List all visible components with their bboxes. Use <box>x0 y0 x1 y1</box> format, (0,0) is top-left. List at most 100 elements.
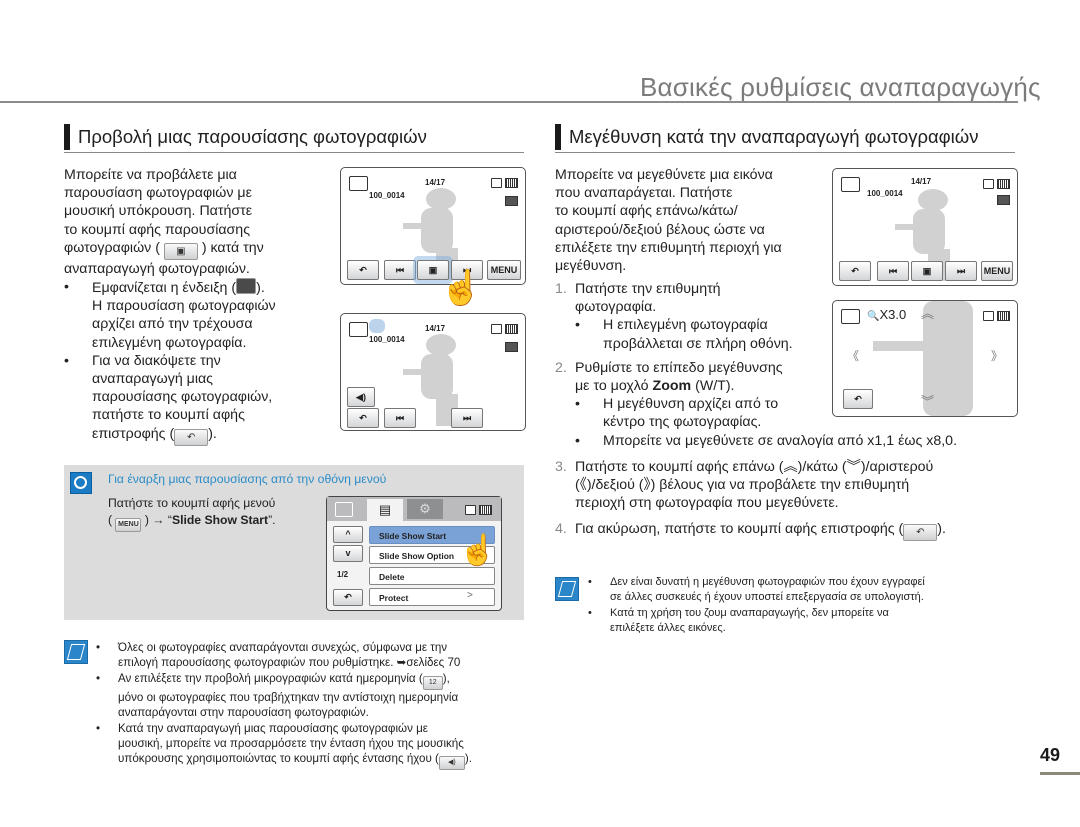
menu-screen: ▤ ⚙ ^ v 1/2 ↶ Slide Show Start Slide Sho… <box>326 496 502 611</box>
menu-button[interactable]: MENU <box>487 260 521 280</box>
bullet-dot: • <box>64 352 69 369</box>
left-section-heading: Προβολή μιας παρουσίασης φωτογραφιών <box>64 123 427 151</box>
right-arrow-icon: 》 <box>643 477 651 494</box>
left-heading-rule <box>64 152 524 153</box>
scroll-up-button[interactable]: ^ <box>333 526 363 543</box>
intro-line: το κουμπί αφής παρουσίασης <box>64 221 251 238</box>
note-line: μόνο οι φωτογραφίες που τραβήχτηκαν την … <box>118 690 459 704</box>
up-arrow-icon: ︽ <box>783 458 798 475</box>
back-button[interactable]: ↶ <box>347 260 379 280</box>
step-text: ). <box>937 521 946 538</box>
slideshow-indicator-icon <box>236 278 257 295</box>
magnifier-icon <box>70 472 92 494</box>
tip-line: Πατήστε το κουμπί αφής μενού <box>108 496 276 510</box>
note-line: επιλογή παρουσίασης φωτογραφιών που ρυθμ… <box>118 656 461 670</box>
back-button[interactable]: ↶ <box>843 389 873 409</box>
menu-item-delete[interactable]: Delete <box>369 567 495 585</box>
intro-line: μουσική υπόκρουση. Πατήστε <box>64 203 253 220</box>
bullet-dot: • <box>588 576 592 588</box>
note-line: ). <box>464 752 472 766</box>
note-line: επιλέξετε άλλες εικόνες. <box>610 622 726 635</box>
back-button[interactable]: ↶ <box>839 261 871 281</box>
photo-silhouette <box>426 188 456 210</box>
photo-mode-icon <box>349 176 368 191</box>
photo-silhouette <box>918 189 948 211</box>
bullet-item: • Για να διακόψετε την αναπαραγωγή μιας … <box>64 352 334 446</box>
photo-mode-icon <box>841 309 860 324</box>
note-line: αναπαράγονται στην παρουσίαση φωτογραφιώ… <box>118 706 369 720</box>
bullet-text: αναπαραγωγή μιας <box>92 371 214 388</box>
zoom-readout: 🔍X3.0 <box>867 307 906 322</box>
intro-line: παρουσίαση φωτογραφιών με <box>64 185 252 202</box>
step-text: )/δεξιού ( <box>586 477 644 494</box>
menu-key-icon: MENU <box>115 518 142 532</box>
photo-counter: 14/17 <box>425 324 446 333</box>
next-button[interactable]: ⏭ <box>945 261 977 281</box>
bullet-text: ). <box>256 280 265 297</box>
bullet-text: Η μεγέθυνση αρχίζει από το <box>603 396 779 413</box>
photo-silhouette <box>421 208 453 253</box>
right-heading-text: Μεγέθυνση κατά την αναπαραγωγή φωτογραφι… <box>569 126 979 147</box>
bullet-text: επιλεγμένη φωτογραφία. <box>92 334 247 351</box>
menu-button[interactable]: MENU <box>981 261 1013 281</box>
pan-up-button[interactable]: ︽ <box>921 303 934 322</box>
photo-silhouette <box>426 334 456 356</box>
bullet-dot: • <box>64 279 69 296</box>
file-name: 100_0014 <box>369 335 405 344</box>
intro-line: που αναπαράγεται. Πατήστε <box>555 185 733 202</box>
bullet-dot: • <box>575 396 580 413</box>
pan-right-button[interactable]: 》 <box>991 347 1003 364</box>
step-text: Πατήστε την επιθυμητή <box>575 281 721 297</box>
photo-silhouette <box>873 341 933 351</box>
step-text-part: με το μοχλό <box>575 378 653 395</box>
prev-button[interactable]: ⏮ <box>384 408 416 428</box>
scroll-down-button[interactable]: v <box>333 545 363 562</box>
note-line: σε άλλες συσκευές ή έχουν υποστεί επεξερ… <box>610 591 924 604</box>
memory-card-icon <box>983 179 994 189</box>
tab-photo-icon[interactable] <box>335 502 353 517</box>
pan-down-button[interactable]: ︾ <box>921 391 934 410</box>
hand-pointer-icon: ☝ <box>440 269 483 307</box>
step-text: )/αριστερού <box>860 458 934 475</box>
step-4: 4. Για ακύρωση, πατήστε το κουμπί αφής ε… <box>555 520 1015 542</box>
prev-button[interactable]: ⏮ <box>877 261 909 281</box>
down-arrow-icon: ︾ <box>846 458 861 475</box>
left-notes: • Όλες οι φωτογραφίες αναπαράγονται συνε… <box>96 640 526 771</box>
file-name: 100_0014 <box>369 191 405 200</box>
zoom-screen-2: 🔍X3.0 ︽ ︾ 《 》 ↶ <box>832 300 1018 417</box>
zoom-level: X3.0 <box>879 307 907 322</box>
step-text-part: (W/T). <box>691 378 735 395</box>
heading-bar <box>64 124 70 150</box>
page-number: 49 <box>1040 745 1061 765</box>
photo-silhouette <box>913 209 945 254</box>
note-icon <box>555 577 579 601</box>
menu-item-protect[interactable]: Protect <box>369 588 495 606</box>
hand-pointer-icon: ☝ <box>459 534 497 567</box>
battery-icon <box>505 178 518 188</box>
note-line: Κατά τη χρήση του ζουμ αναπαραγωγής, δεν… <box>610 606 889 619</box>
tip-body: Πατήστε το κουμπί αφής μενού ( MENU ) → … <box>108 495 276 532</box>
memory-card-icon <box>491 178 502 188</box>
intro-text: φωτογραφιών ( <box>64 239 160 256</box>
right-section-heading: Μεγέθυνση κατά την αναπαραγωγή φωτογραφι… <box>555 123 978 151</box>
slideshow-button[interactable]: ▣ <box>911 261 943 281</box>
battery-icon <box>997 311 1010 321</box>
next-button[interactable]: ⏭ <box>451 408 483 428</box>
memory-card-icon <box>491 324 502 334</box>
tab-menu-icon[interactable]: ▤ <box>367 499 403 521</box>
title-divider <box>0 101 1018 103</box>
bullet-text: Η επιλεγμένη φωτογραφία <box>603 317 768 334</box>
zoom-lever-label: Zoom <box>652 378 692 395</box>
note-line: ), <box>442 671 450 685</box>
tab-settings-icon[interactable]: ⚙ <box>407 499 443 519</box>
prev-button[interactable]: ⏮ <box>384 260 416 280</box>
step-text: Πατήστε το κουμπί αφής επάνω ( <box>575 458 784 475</box>
back-button[interactable]: ↶ <box>347 408 379 428</box>
pan-left-button[interactable]: 《 <box>847 347 859 364</box>
bullet-dot: • <box>96 721 101 735</box>
volume-button[interactable]: ◀) <box>347 387 375 407</box>
left-intro: Μπορείτε να προβάλετε μια παρουσίαση φωτ… <box>64 166 334 446</box>
photo-counter: 14/17 <box>425 178 446 187</box>
battery-icon <box>505 324 518 334</box>
back-button[interactable]: ↶ <box>333 589 363 606</box>
